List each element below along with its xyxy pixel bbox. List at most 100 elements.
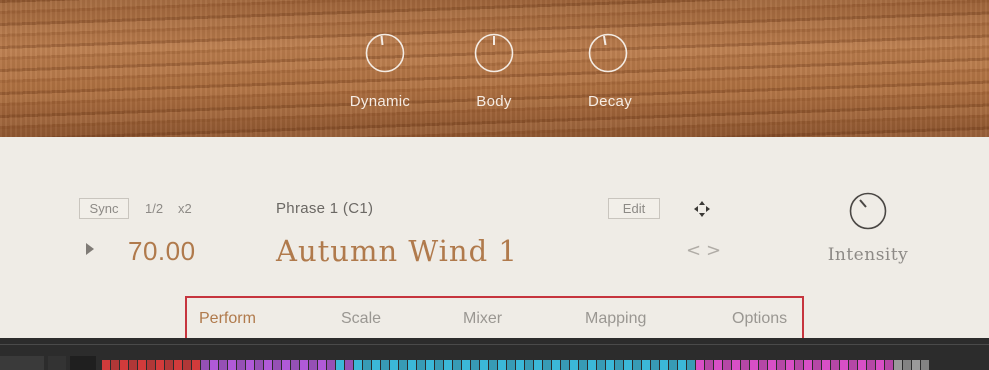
intensity-knob[interactable] xyxy=(849,192,887,230)
body-label: Body xyxy=(476,93,512,110)
move-icon[interactable] xyxy=(691,198,713,220)
key-indicator xyxy=(174,360,182,370)
tab-mapping[interactable]: Mapping xyxy=(585,310,646,328)
key-indicator xyxy=(147,360,155,370)
key-indicator xyxy=(813,360,821,370)
key-indicator xyxy=(696,360,704,370)
key-indicator xyxy=(606,360,614,370)
body-knob[interactable] xyxy=(474,33,514,73)
key-indicator xyxy=(453,360,461,370)
key-indicator xyxy=(723,360,731,370)
double-tempo-button[interactable]: x2 xyxy=(178,201,192,216)
key-indicator xyxy=(210,360,218,370)
tab-options[interactable]: Options xyxy=(732,310,787,328)
key-indicator xyxy=(660,360,668,370)
key-indicator xyxy=(894,360,902,370)
key-indicator xyxy=(543,360,551,370)
key-indicator xyxy=(741,360,749,370)
prev-phrase-button[interactable]: < xyxy=(686,240,701,261)
phrase-title: Phrase 1 (C1) xyxy=(276,200,374,217)
key-indicator xyxy=(129,360,137,370)
key-indicator xyxy=(768,360,776,370)
next-phrase-button[interactable]: > xyxy=(706,240,721,261)
key-indicator xyxy=(678,360,686,370)
key-indicator xyxy=(156,360,164,370)
key-indicator xyxy=(192,360,200,370)
key-indicator xyxy=(102,360,110,370)
key-indicator xyxy=(786,360,794,370)
key-indicator xyxy=(714,360,722,370)
key-indicator xyxy=(327,360,335,370)
key-indicator xyxy=(345,360,353,370)
key-indicator xyxy=(273,360,281,370)
key-indicator xyxy=(921,360,929,370)
key-indicator xyxy=(750,360,758,370)
key-indicator xyxy=(840,360,848,370)
key-indicator xyxy=(444,360,452,370)
key-indicator xyxy=(309,360,317,370)
phrase-name[interactable]: Autumn Wind 1 xyxy=(276,234,518,268)
dynamic-label: Dynamic xyxy=(349,93,411,110)
edit-button[interactable]: Edit xyxy=(608,198,660,219)
dynamic-knob[interactable] xyxy=(365,33,405,73)
key-indicator xyxy=(255,360,263,370)
key-indicator xyxy=(759,360,767,370)
key-indicator xyxy=(507,360,515,370)
key-indicator xyxy=(201,360,209,370)
key-indicator xyxy=(858,360,866,370)
key-indicator xyxy=(849,360,857,370)
key-indicator xyxy=(822,360,830,370)
key-indicator xyxy=(885,360,893,370)
key-indicator xyxy=(534,360,542,370)
key-indicator xyxy=(804,360,812,370)
key-indicator xyxy=(282,360,290,370)
knob-icon xyxy=(849,192,887,230)
key-indicator xyxy=(372,360,380,370)
key-indicator xyxy=(903,360,911,370)
key-indicator xyxy=(831,360,839,370)
key-indicator xyxy=(462,360,470,370)
key-indicator xyxy=(237,360,245,370)
half-tempo-button[interactable]: 1/2 xyxy=(145,201,163,216)
key-indicator xyxy=(777,360,785,370)
divider xyxy=(0,344,989,345)
key-indicator xyxy=(642,360,650,370)
keyboard-control[interactable] xyxy=(70,356,96,370)
key-indicator xyxy=(912,360,920,370)
key-indicator xyxy=(408,360,416,370)
key-indicator xyxy=(111,360,119,370)
key-indicator xyxy=(291,360,299,370)
tab-scale[interactable]: Scale xyxy=(341,310,381,328)
tab-mixer[interactable]: Mixer xyxy=(463,310,502,328)
key-indicator xyxy=(471,360,479,370)
play-icon[interactable] xyxy=(86,243,94,255)
key-indicator xyxy=(795,360,803,370)
key-indicator xyxy=(390,360,398,370)
key-indicator xyxy=(561,360,569,370)
key-color-map[interactable] xyxy=(102,360,989,370)
keyboard-control[interactable] xyxy=(48,356,66,370)
decay-knob[interactable] xyxy=(588,33,628,73)
key-indicator xyxy=(417,360,425,370)
decay-label: Decay xyxy=(587,93,633,110)
key-indicator xyxy=(876,360,884,370)
tab-perform[interactable]: Perform xyxy=(199,310,256,328)
sync-button[interactable]: Sync xyxy=(79,198,129,219)
keyboard-strip xyxy=(0,338,989,370)
key-indicator xyxy=(687,360,695,370)
key-indicator xyxy=(552,360,560,370)
key-indicator xyxy=(615,360,623,370)
key-indicator xyxy=(426,360,434,370)
key-indicator xyxy=(219,360,227,370)
knob-icon xyxy=(588,33,628,73)
key-indicator xyxy=(867,360,875,370)
key-indicator xyxy=(363,360,371,370)
key-indicator xyxy=(120,360,128,370)
key-indicator xyxy=(228,360,236,370)
key-indicator xyxy=(300,360,308,370)
keyboard-control[interactable] xyxy=(0,356,44,370)
key-indicator xyxy=(579,360,587,370)
intensity-label: Intensity xyxy=(827,245,909,265)
tempo-value[interactable]: 70.00 xyxy=(128,236,196,267)
key-indicator xyxy=(570,360,578,370)
